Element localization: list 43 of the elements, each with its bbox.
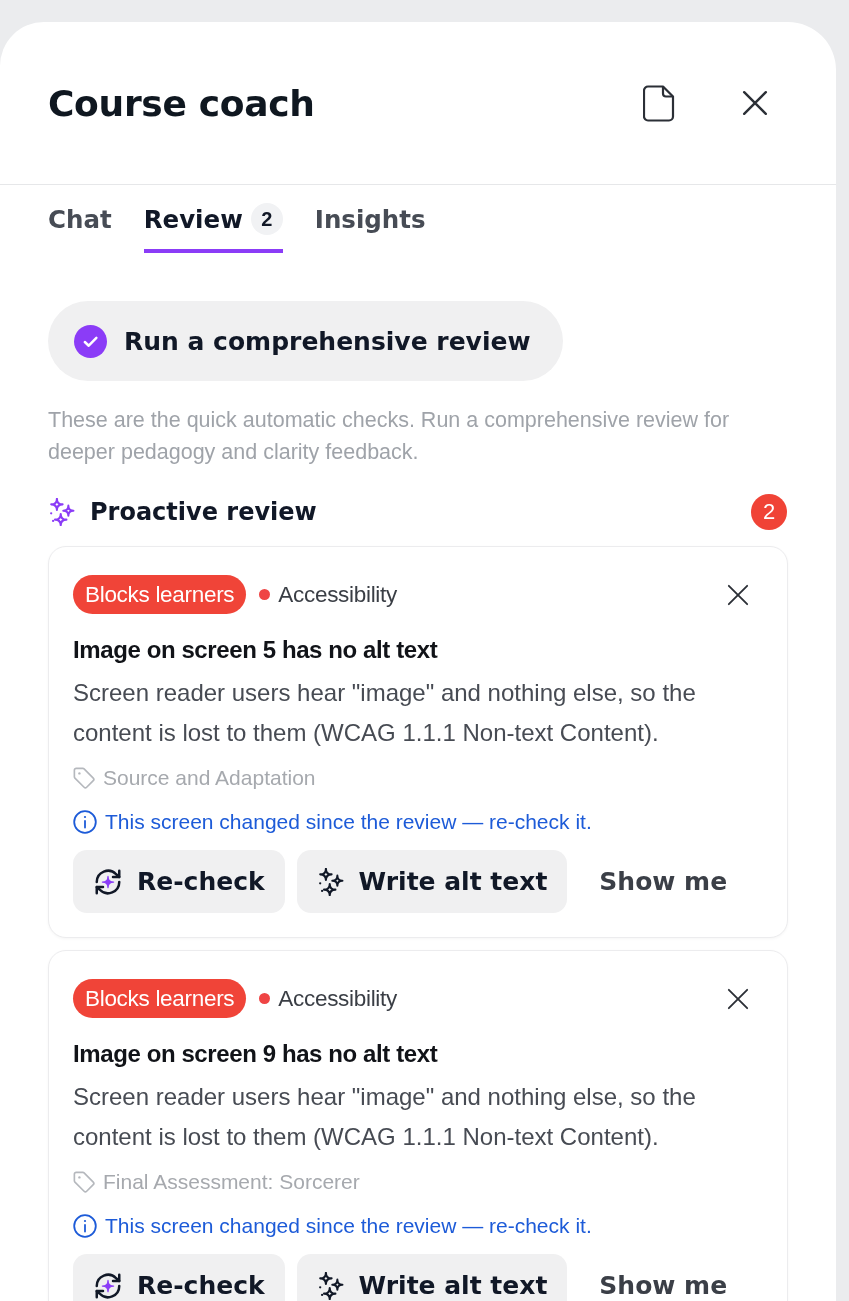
issue-title: Image on screen 9 has no alt text bbox=[73, 1039, 439, 1069]
change-notice: This screen changed since the review — re-check it. bbox=[105, 810, 592, 834]
sparkles-icon bbox=[316, 867, 345, 896]
write-alt-text-button[interactable]: Write alt text bbox=[296, 1254, 568, 1301]
category-label: Accessibility bbox=[278, 985, 398, 1012]
issue-description: Screen reader users hear "image" and nothing else, so the content is lost to them (WCAG 1.1.1 Non-text Content). bbox=[73, 1082, 697, 1152]
intro-text: These are the quick automatic checks. Run a comprehensive review for deeper pedagogy and clarity feedback. bbox=[48, 407, 731, 466]
issue-description: Screen reader users hear "image" and nothing else, so the content is lost to them (WCAG 1.1.1 Non-text Content). bbox=[73, 678, 697, 748]
category-label: Accessibility bbox=[278, 581, 398, 608]
sparkles-icon bbox=[48, 498, 76, 526]
info-icon bbox=[73, 810, 97, 834]
document-icon bbox=[643, 84, 675, 122]
sparkles-icon bbox=[316, 1271, 345, 1300]
recheck-button[interactable]: Re-check bbox=[73, 850, 285, 913]
issue-title: Image on screen 5 has no alt text bbox=[73, 635, 439, 665]
severity-badge: Blocks learners bbox=[73, 575, 247, 614]
tag-icon bbox=[73, 1171, 95, 1193]
recheck-button[interactable]: Re-check bbox=[73, 1254, 285, 1301]
close-icon bbox=[742, 90, 768, 116]
info-icon bbox=[73, 1214, 97, 1238]
panel-title: Course coach bbox=[48, 82, 315, 124]
tab[interactable]: Review 2 bbox=[143, 185, 283, 253]
refresh-sparkle-icon bbox=[93, 866, 123, 897]
tab[interactable]: Chat bbox=[48, 185, 112, 253]
close-icon bbox=[727, 987, 749, 1010]
section-title: Proactive review bbox=[90, 498, 318, 526]
check-circle-icon bbox=[74, 324, 107, 358]
location-label: Source and Adaptation bbox=[103, 766, 316, 790]
refresh-sparkle-icon bbox=[93, 1270, 123, 1301]
severity-badge: Blocks learners bbox=[73, 979, 247, 1018]
run-review-button[interactable]: Run a comprehensive review bbox=[48, 301, 563, 381]
tab[interactable]: Insights bbox=[314, 185, 426, 253]
show-me-button[interactable]: Show me bbox=[579, 1254, 748, 1301]
change-notice: This screen changed since the review — re-check it. bbox=[105, 1214, 592, 1238]
count-badge: 2 bbox=[751, 494, 787, 530]
location-label: Final Assessment: Sorcerer bbox=[103, 1170, 360, 1194]
tag-icon bbox=[73, 767, 95, 789]
show-me-button[interactable]: Show me bbox=[579, 850, 748, 913]
write-alt-text-button[interactable]: Write alt text bbox=[296, 850, 568, 913]
dot-icon bbox=[259, 993, 271, 1004]
count-badge: 2 bbox=[250, 203, 283, 235]
close-icon bbox=[727, 583, 749, 606]
dot-icon bbox=[259, 589, 271, 600]
